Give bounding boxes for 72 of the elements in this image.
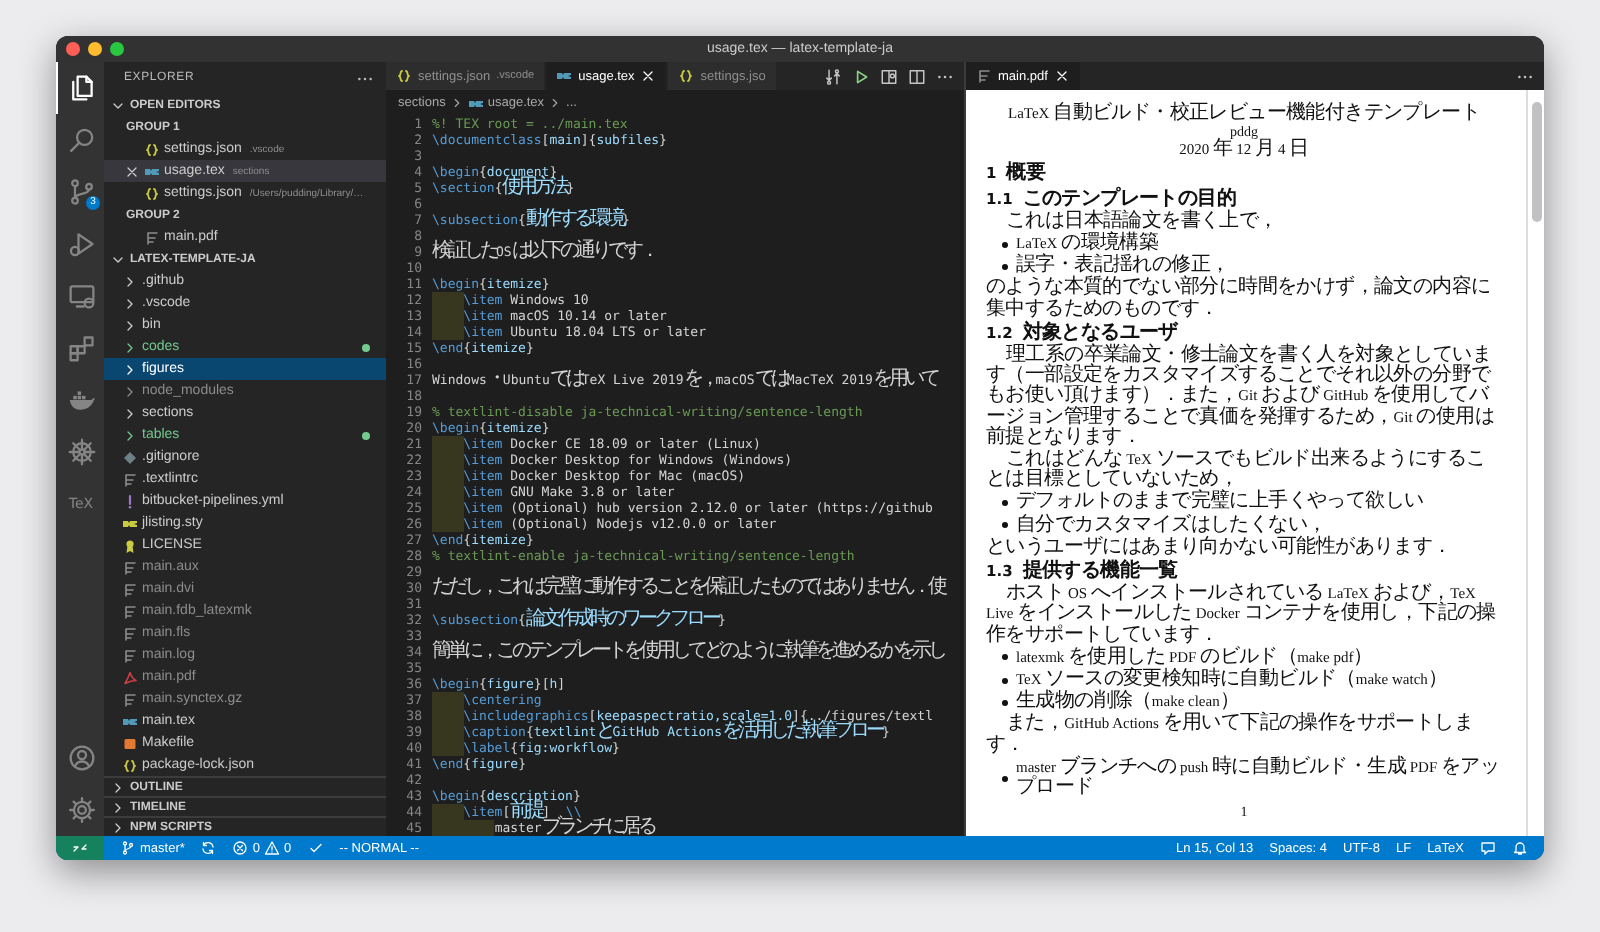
close-button[interactable] bbox=[66, 42, 80, 56]
certificate-icon bbox=[122, 537, 138, 553]
tex-file-icon bbox=[122, 515, 138, 531]
bullet-icon bbox=[1002, 699, 1008, 706]
play-icon[interactable] bbox=[852, 67, 870, 85]
text-file-icon bbox=[122, 625, 138, 641]
scrollbar[interactable] bbox=[1531, 102, 1541, 222]
bullet-icon bbox=[1002, 522, 1008, 529]
braces-icon bbox=[396, 68, 412, 84]
section-heading: 提供する機能一覧 bbox=[1022, 562, 1178, 583]
settings-icon[interactable] bbox=[67, 796, 95, 824]
extensions-icon[interactable] bbox=[67, 334, 95, 362]
bullet-icon bbox=[1002, 500, 1008, 507]
wheel-icon[interactable] bbox=[67, 438, 95, 466]
sync-icon[interactable] bbox=[200, 840, 217, 856]
search-icon[interactable] bbox=[67, 126, 95, 154]
monitor-icon[interactable] bbox=[67, 282, 95, 310]
maximize-button[interactable] bbox=[110, 42, 124, 56]
tex-file-icon bbox=[556, 68, 573, 84]
paragraph: これは日本語論文を書く上で， bbox=[1004, 211, 1280, 232]
branch-icon bbox=[120, 840, 136, 856]
warning-icon bbox=[264, 840, 281, 856]
bullet-icon bbox=[1002, 241, 1008, 248]
list-item: 自分でカスタマイズはしたくない， bbox=[1016, 515, 1327, 536]
bullet-icon bbox=[1002, 654, 1008, 661]
remote-icon bbox=[72, 840, 88, 856]
section-heading: 概要 bbox=[1006, 164, 1046, 186]
source-control-icon[interactable] bbox=[67, 178, 95, 206]
tex-file-icon bbox=[122, 713, 138, 729]
compare-icon[interactable] bbox=[824, 67, 842, 85]
list-item: デフォルトのままで完璧に上手くやって欲しい bbox=[1016, 492, 1424, 514]
braces-icon bbox=[144, 141, 160, 157]
preview-icon[interactable] bbox=[880, 67, 898, 85]
close-icon[interactable] bbox=[1053, 68, 1070, 84]
braces-icon bbox=[678, 68, 695, 84]
bell-icon[interactable] bbox=[1512, 840, 1528, 856]
check-icon[interactable] bbox=[307, 840, 324, 856]
bullet-icon bbox=[1002, 263, 1008, 270]
split-editor-icon[interactable] bbox=[908, 67, 926, 85]
code-line: ただし，これは完璧に動作することを保証したものではありません．使 bbox=[432, 580, 944, 596]
feedback-icon[interactable] bbox=[1480, 840, 1496, 856]
section-heading: 対象となるユーザ bbox=[1022, 323, 1178, 344]
error-icon bbox=[232, 840, 249, 856]
text-file-icon bbox=[122, 471, 138, 487]
account-icon[interactable] bbox=[67, 744, 95, 772]
list-item: 誤字・表記揺れの修正， bbox=[1016, 256, 1230, 277]
whale-icon[interactable] bbox=[67, 386, 95, 414]
tex-file-icon bbox=[467, 95, 484, 111]
braces-icon bbox=[122, 757, 138, 773]
text-file-icon bbox=[122, 559, 138, 575]
paragraph: というユーザにはあまり向かない可能性があります． bbox=[986, 537, 1454, 559]
diamond-icon bbox=[122, 449, 138, 465]
chevron-right-icon bbox=[548, 96, 563, 110]
tex-file-icon bbox=[144, 163, 160, 179]
text-file-icon bbox=[122, 647, 138, 663]
text-file-icon bbox=[144, 229, 160, 245]
chevron-right-icon bbox=[449, 96, 464, 110]
bullet-icon bbox=[1002, 677, 1008, 684]
files-icon[interactable] bbox=[67, 74, 95, 102]
text-file-icon bbox=[976, 68, 992, 84]
close-icon[interactable] bbox=[124, 163, 140, 179]
text-file-icon bbox=[122, 581, 138, 597]
section-heading: このテンプレートの目的 bbox=[1022, 189, 1236, 210]
text-file-icon bbox=[122, 691, 138, 707]
minimize-button[interactable] bbox=[88, 42, 102, 56]
run-debug-icon[interactable] bbox=[67, 230, 95, 258]
bullet-icon bbox=[1002, 775, 1008, 782]
text-file-icon bbox=[122, 603, 138, 619]
remote-button[interactable] bbox=[56, 836, 104, 860]
braces-icon bbox=[144, 185, 160, 201]
paragraph: のような本質的でない部分に時間をかけず，論文の内容に集中するためのものです． bbox=[986, 278, 1493, 320]
code-line: 簡単に，このテンプレートを使用してどのように執筆を進めるかを示し bbox=[432, 644, 944, 660]
